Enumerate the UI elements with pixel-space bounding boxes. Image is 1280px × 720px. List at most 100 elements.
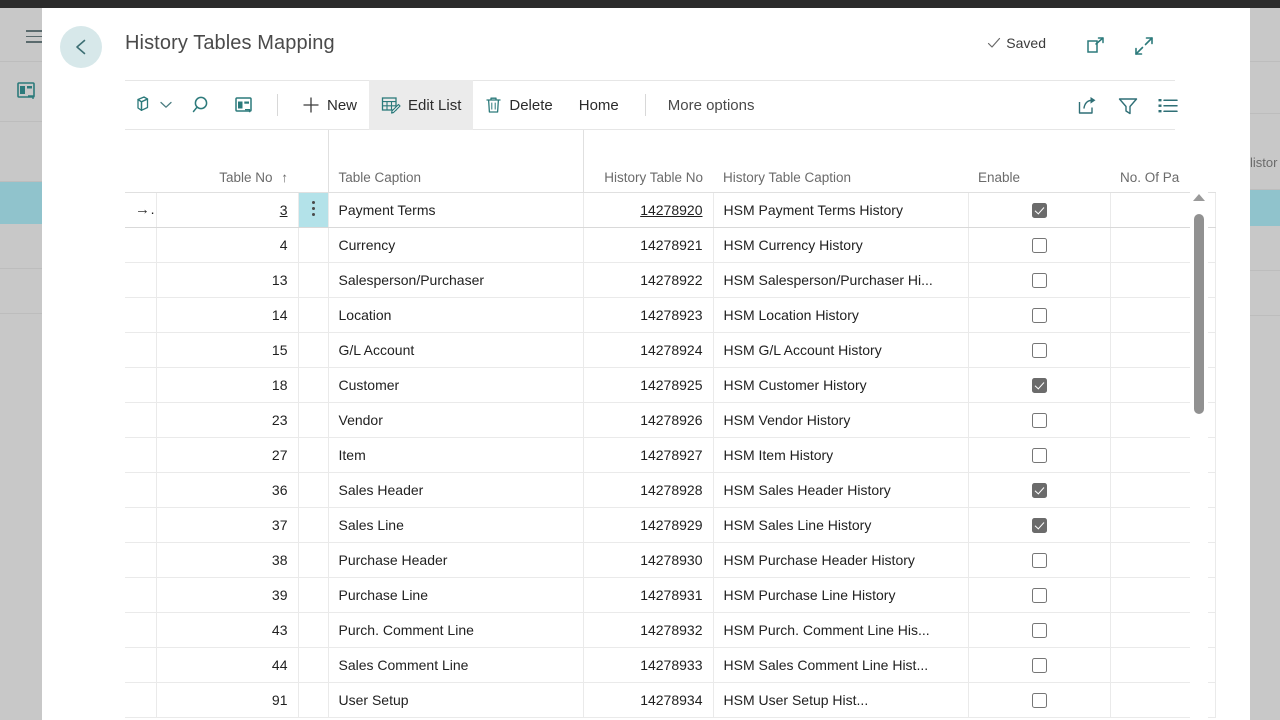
table-row[interactable]: →3Payment Terms14278920HSM Payment Terms… bbox=[125, 192, 1215, 227]
cell-table-caption[interactable]: Salesperson/Purchaser bbox=[328, 262, 583, 297]
new-button[interactable]: New bbox=[290, 80, 369, 130]
cell-enable[interactable] bbox=[968, 192, 1110, 227]
table-row[interactable]: 4 Currency14278921HSM Currency History bbox=[125, 227, 1215, 262]
cell-table-caption[interactable]: Currency bbox=[328, 227, 583, 262]
cell-history-table-no[interactable]: 14278927 bbox=[583, 437, 713, 472]
table-row[interactable]: 23Vendor14278926HSM Vendor History bbox=[125, 402, 1215, 437]
expand-diagonal-icon[interactable] bbox=[1130, 32, 1158, 60]
cell-table-no[interactable]: 23 bbox=[156, 402, 298, 437]
row-menu-button[interactable] bbox=[298, 542, 328, 577]
table-row[interactable]: 18Customer14278925HSM Customer History bbox=[125, 367, 1215, 402]
checkbox-unchecked[interactable] bbox=[1032, 693, 1047, 708]
cell-enable[interactable] bbox=[968, 507, 1110, 542]
scrollbar-thumb[interactable] bbox=[1194, 214, 1204, 414]
checkbox-unchecked[interactable] bbox=[1032, 308, 1047, 323]
cell-history-table-no[interactable]: 14278932 bbox=[583, 612, 713, 647]
cell-table-no[interactable]: 4 bbox=[156, 227, 298, 262]
cell-history-table-no[interactable]: 14278920 bbox=[583, 192, 713, 227]
vertical-scrollbar[interactable] bbox=[1190, 192, 1208, 720]
row-menu-button[interactable] bbox=[298, 647, 328, 682]
share-pages-button[interactable] bbox=[125, 80, 181, 130]
cell-table-no[interactable]: 37 bbox=[156, 507, 298, 542]
cell-table-caption[interactable]: Payment Terms bbox=[328, 192, 583, 227]
column-header-no-of-pages[interactable]: No. Of Pa bbox=[1110, 130, 1215, 192]
row-menu-button[interactable] bbox=[298, 227, 328, 262]
cell-enable[interactable] bbox=[968, 402, 1110, 437]
cell-enable[interactable] bbox=[968, 472, 1110, 507]
checkbox-unchecked[interactable] bbox=[1032, 588, 1047, 603]
cell-history-table-caption[interactable]: HSM User Setup Hist... bbox=[713, 682, 968, 717]
cell-table-no[interactable]: 38 bbox=[156, 542, 298, 577]
cell-history-table-caption[interactable]: HSM G/L Account History bbox=[713, 332, 968, 367]
cell-history-table-caption[interactable]: HSM Purch. Comment Line His... bbox=[713, 612, 968, 647]
row-menu-button[interactable] bbox=[298, 682, 328, 717]
cell-enable[interactable] bbox=[968, 332, 1110, 367]
cell-history-table-no[interactable]: 14278922 bbox=[583, 262, 713, 297]
table-row[interactable]: 37Sales Line14278929HSM Sales Line Histo… bbox=[125, 507, 1215, 542]
cell-history-table-no[interactable]: 14278925 bbox=[583, 367, 713, 402]
cell-table-no[interactable]: 36 bbox=[156, 472, 298, 507]
cell-history-table-no[interactable]: 14278933 bbox=[583, 647, 713, 682]
table-row[interactable]: 91 User Setup14278934HSM User Setup Hist.… bbox=[125, 682, 1215, 717]
table-row[interactable]: 39Purchase Line14278931HSM Purchase Line… bbox=[125, 577, 1215, 612]
filter-icon[interactable] bbox=[1115, 93, 1141, 119]
cell-table-no[interactable]: 3 bbox=[156, 192, 298, 227]
cell-enable[interactable] bbox=[968, 577, 1110, 612]
cell-enable[interactable] bbox=[968, 647, 1110, 682]
column-header-history-table-caption[interactable]: History Table Caption bbox=[713, 130, 968, 192]
cell-table-caption[interactable]: Location bbox=[328, 297, 583, 332]
cell-history-table-caption[interactable]: HSM Salesperson/Purchaser Hi... bbox=[713, 262, 968, 297]
cell-table-caption[interactable]: Vendor bbox=[328, 402, 583, 437]
cell-history-table-no[interactable]: 14278921 bbox=[583, 227, 713, 262]
column-header-table-caption[interactable]: Table Caption bbox=[328, 130, 583, 192]
search-button[interactable] bbox=[181, 80, 223, 130]
home-tab[interactable]: Home bbox=[565, 80, 633, 130]
cell-enable[interactable] bbox=[968, 227, 1110, 262]
table-row[interactable]: 38Purchase Header14278930HSM Purchase He… bbox=[125, 542, 1215, 577]
scroll-up-arrow-icon[interactable] bbox=[1193, 194, 1205, 201]
cell-history-table-no[interactable]: 14278929 bbox=[583, 507, 713, 542]
column-header-enable[interactable]: Enable bbox=[968, 130, 1110, 192]
open-in-excel-icon[interactable] bbox=[16, 80, 38, 102]
table-row[interactable]: 14Location14278923HSM Location History bbox=[125, 297, 1215, 332]
column-header-history-table-no[interactable]: History Table No bbox=[583, 130, 713, 192]
cell-history-table-no[interactable]: 14278934 bbox=[583, 682, 713, 717]
checkbox-unchecked[interactable] bbox=[1032, 448, 1047, 463]
cell-history-table-caption[interactable]: HSM Customer History bbox=[713, 367, 968, 402]
table-row[interactable]: 13 Salesperson/Purchaser14278922HSM Sales… bbox=[125, 262, 1215, 297]
row-menu-button[interactable] bbox=[298, 507, 328, 542]
cell-table-caption[interactable]: G/L Account bbox=[328, 332, 583, 367]
cell-table-caption[interactable]: Item bbox=[328, 437, 583, 472]
cell-table-caption[interactable]: Sales Comment Line bbox=[328, 647, 583, 682]
row-menu-button[interactable] bbox=[298, 262, 328, 297]
open-in-excel-button[interactable] bbox=[223, 80, 265, 130]
row-menu-button[interactable] bbox=[298, 192, 328, 227]
cell-history-table-no[interactable]: 14278924 bbox=[583, 332, 713, 367]
cell-table-no[interactable]: 13 bbox=[156, 262, 298, 297]
cell-enable[interactable] bbox=[968, 542, 1110, 577]
checkbox-unchecked[interactable] bbox=[1032, 413, 1047, 428]
cell-table-caption[interactable]: Purch. Comment Line bbox=[328, 612, 583, 647]
cell-table-no[interactable]: 91 bbox=[156, 682, 298, 717]
checkbox-checked[interactable] bbox=[1032, 378, 1047, 393]
cell-history-table-caption[interactable]: HSM Sales Line History bbox=[713, 507, 968, 542]
cell-enable[interactable] bbox=[968, 367, 1110, 402]
checkbox-checked[interactable] bbox=[1032, 518, 1047, 533]
row-menu-button[interactable] bbox=[298, 332, 328, 367]
cell-history-table-caption[interactable]: HSM Sales Comment Line Hist... bbox=[713, 647, 968, 682]
cell-history-table-caption[interactable]: HSM Purchase Line History bbox=[713, 577, 968, 612]
table-row[interactable]: 44 Sales Comment Line14278933HSM Sales Co… bbox=[125, 647, 1215, 682]
checkbox-checked[interactable] bbox=[1032, 203, 1047, 218]
row-menu-button[interactable] bbox=[298, 437, 328, 472]
checkbox-unchecked[interactable] bbox=[1032, 343, 1047, 358]
cell-table-no[interactable]: 15 bbox=[156, 332, 298, 367]
cell-history-table-caption[interactable]: HSM Payment Terms History bbox=[713, 192, 968, 227]
cell-enable[interactable] bbox=[968, 437, 1110, 472]
cell-table-caption[interactable]: User Setup bbox=[328, 682, 583, 717]
table-row[interactable]: 27Item14278927HSM Item History bbox=[125, 437, 1215, 472]
cell-history-table-no[interactable]: 14278923 bbox=[583, 297, 713, 332]
cell-history-table-caption[interactable]: HSM Currency History bbox=[713, 227, 968, 262]
column-header-table-no[interactable]: Table No ↑ bbox=[156, 130, 298, 192]
cell-table-no[interactable]: 44 bbox=[156, 647, 298, 682]
edit-list-button[interactable]: Edit List bbox=[369, 80, 473, 130]
